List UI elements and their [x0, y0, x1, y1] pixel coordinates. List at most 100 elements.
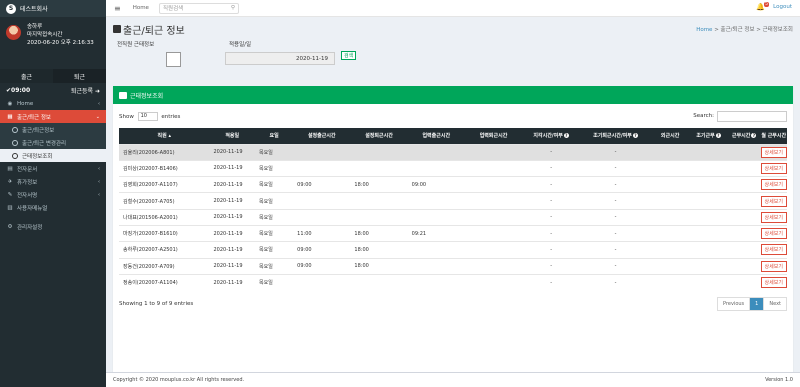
cell-set-out [350, 159, 408, 177]
pagination-previous[interactable]: Previous [718, 298, 749, 310]
cell-early-work [689, 273, 728, 291]
detail-button[interactable]: 상세보기 [760, 211, 787, 223]
table-search-input[interactable] [717, 110, 787, 122]
search-button[interactable]: 검색 [341, 51, 357, 60]
sidebar-item-label: 관리자설정 [17, 224, 43, 231]
col-monthly[interactable]: 월 근무시간 [760, 128, 787, 144]
employee-search-input[interactable]: 직원검색 ⚲ [158, 2, 239, 14]
nav-home-link[interactable]: Home [133, 5, 149, 11]
gear-icon: ⚙ [7, 223, 13, 230]
sidebar-item-manual[interactable]: ▥ 사용자메뉴얼 [0, 201, 106, 214]
cell-real-out [464, 273, 523, 291]
cell-real-out [464, 176, 523, 193]
sidebar-item-admin[interactable]: ⚙ 관리자설정 [0, 220, 106, 233]
sidebar-item-attendance[interactable]: ▦ 출근/퇴근 정보 ⌄ [0, 110, 106, 123]
col-early[interactable]: 조기퇴근시간/여부? [580, 128, 652, 144]
table-row[interactable]: 김율리(202006-A801) 2020-11-19 목요일 - - 상세보기 [119, 143, 787, 161]
cell-outside [651, 208, 690, 226]
submenu-item-attendance-lookup[interactable]: 근태정보조회 [0, 149, 106, 162]
notification-bell-icon[interactable]: 🔔 5 [756, 2, 769, 13]
detail-button[interactable]: 상세보기 [760, 195, 787, 207]
pagination-next[interactable]: Next [763, 297, 786, 310]
cell-real-in [407, 143, 465, 161]
col-employee[interactable]: 직원 ▴ [119, 128, 210, 144]
detail-button[interactable]: 상세보기 [760, 162, 787, 174]
col-late[interactable]: 지각시간/여부? [522, 128, 581, 144]
filter-bar: 전직원 근태정보 적용일/일 2020-11-19 검색 [113, 40, 793, 80]
chevron-left-icon: ‹ [98, 178, 100, 185]
page-length-control: Show 10 entries [119, 111, 180, 121]
cell-early-work [689, 257, 728, 275]
cell-date: 2020-11-19 [209, 273, 256, 291]
table-row[interactable]: 나대표(201506-A2001) 2020-11-19 목요일 - - 상세보… [119, 208, 787, 226]
box-header: 근태정보조회 [113, 86, 793, 104]
cell-date: 2020-11-19 [209, 143, 256, 161]
menu-toggle-icon[interactable]: ≡ [114, 4, 121, 13]
cell-early: - [580, 241, 652, 259]
table-row[interactable]: 김영희(202007-A1107) 2020-11-19 목요일 09:00 1… [119, 176, 787, 193]
logout-link[interactable]: Logout [773, 4, 792, 10]
cell-early-work [689, 143, 728, 161]
sidebar-item-home[interactable]: ◉ Home ‹ [0, 97, 106, 110]
table-row[interactable]: 장동건(202007-A709) 2020-11-19 목요일 09:00 18… [119, 257, 787, 275]
detail-button[interactable]: 상세보기 [760, 228, 787, 240]
date-input[interactable]: 2020-11-19 [225, 52, 335, 65]
col-date[interactable]: 적용일 [209, 128, 256, 144]
breadcrumb-section[interactable]: 출근/퇴근 정보 [721, 27, 755, 33]
table-row[interactable]: 김미상(202007-B1406) 2020-11-19 목요일 - - 상세보… [119, 159, 787, 177]
detail-button[interactable]: 상세보기 [760, 244, 787, 256]
col-set-out[interactable]: 설정퇴근시간 [350, 128, 408, 144]
pagination-page-1[interactable]: 1 [749, 297, 764, 310]
col-real-in[interactable]: 업력출근시간 [407, 128, 465, 144]
brand[interactable]: S 테스트회사 [0, 0, 106, 17]
help-icon: ? [632, 133, 638, 139]
detail-button[interactable]: 상세보기 [760, 277, 787, 289]
help-icon: ? [751, 133, 757, 139]
clock-in-tab[interactable]: 출근 [0, 69, 53, 83]
sidebar-item-vacation[interactable]: ✈ 휴가정보 ‹ [0, 175, 106, 188]
cell-day: 목요일 [255, 257, 294, 275]
table-row[interactable]: 송하루(202007-A2501) 2020-11-19 목요일 09:00 1… [119, 241, 787, 259]
table-row[interactable]: 마징가(202007-B1610) 2020-11-19 목요일 11:00 1… [119, 224, 787, 242]
cell-day: 목요일 [255, 208, 294, 226]
detail-button[interactable]: 상세보기 [760, 179, 787, 191]
company-name: 테스트회사 [20, 6, 48, 13]
cell-work-hours [727, 273, 761, 291]
page-length-select[interactable]: 10 [137, 111, 158, 121]
detail-button[interactable]: 상세보기 [760, 146, 787, 158]
col-day[interactable]: 요일 [255, 128, 294, 144]
table-row[interactable]: 김철수(202007-A705) 2020-11-19 목요일 - - 상세보기 [119, 192, 787, 210]
cell-set-out: 18:00 [350, 224, 408, 242]
clock-out-register-button[interactable]: 퇴근등록 ➜ [71, 86, 100, 95]
cell-outside [651, 176, 690, 193]
col-outside[interactable]: 외근시간 [651, 128, 690, 144]
cell-real-out [464, 159, 523, 177]
col-early-work[interactable]: 조기근무? [689, 128, 728, 144]
clock-out-tab[interactable]: 퇴근 [53, 69, 106, 83]
all-staff-checkbox[interactable] [166, 52, 181, 67]
cell-set-out: 18:00 [350, 257, 408, 275]
submenu-item-attendance-info[interactable]: 출근/퇴근정보 [0, 123, 106, 136]
col-real-out[interactable]: 업력퇴근시간 [464, 128, 523, 144]
col-work-hours[interactable]: 근무시간? [727, 128, 761, 144]
calendar-icon [113, 25, 121, 33]
submenu-item-label: 출근/퇴근정보 [22, 127, 55, 134]
sidebar-item-signature[interactable]: ✎ 전자서명 ‹ [0, 188, 106, 201]
topbar: ≡ Home 직원검색 ⚲ 🔔 5 Logout [106, 0, 800, 17]
sidebar: S 테스트회사 송하루 마지막접속시간 2020-06-20 오후 2:16:3… [0, 0, 106, 387]
cell-date: 2020-11-19 [209, 192, 256, 210]
circle-icon [12, 139, 18, 146]
calendar-icon: ▦ [7, 113, 13, 120]
cell-early-work [689, 208, 728, 226]
col-set-in[interactable]: 설정출근시간 [293, 128, 351, 144]
cell-early-work [689, 159, 728, 177]
clock-status: ✔09:00 퇴근등록 ➜ [0, 83, 106, 97]
breadcrumb-home[interactable]: Home [696, 27, 712, 33]
table-row[interactable]: 정송이(202007-A1104) 2020-11-19 목요일 - - 상세보… [119, 273, 787, 291]
footer: Copyright © 2020 mouplus.co.kr All right… [106, 372, 800, 387]
page-title-text: 출근/퇴근 정보 [123, 25, 185, 37]
submenu-item-change-management[interactable]: 출근/퇴근 변경관리 [0, 136, 106, 149]
detail-button[interactable]: 상세보기 [760, 260, 787, 272]
cell-employee: 송하루(202007-A2501) [119, 241, 210, 259]
sidebar-item-documents[interactable]: ▤ 전자문서 ‹ [0, 162, 106, 175]
